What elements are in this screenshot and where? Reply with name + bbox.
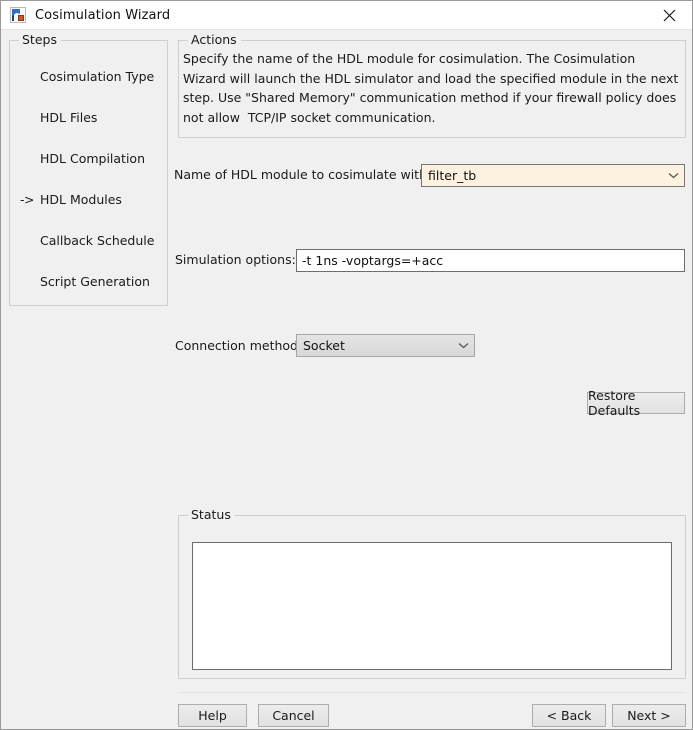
sidebar-item-hdl-modules[interactable]: -> HDL Modules: [11, 187, 168, 211]
steps-legend: Steps: [19, 33, 61, 47]
simulation-options-label: Simulation options:: [175, 252, 296, 267]
simulation-options-input[interactable]: -t 1ns -voptargs=+acc: [296, 249, 685, 272]
window-title: Cosimulation Wizard: [35, 8, 170, 23]
restore-defaults-button[interactable]: Restore Defaults: [587, 392, 685, 414]
sidebar-item-hdl-files[interactable]: HDL Files: [11, 105, 168, 129]
sidebar-item-label: Script Generation: [40, 274, 150, 289]
connection-method-value: Socket: [303, 338, 345, 353]
sidebar-item-label: Cosimulation Type: [40, 69, 154, 84]
connection-method-label: Connection method:: [175, 338, 302, 353]
wizard-icon: [10, 7, 26, 23]
sidebar-item-callback-schedule[interactable]: Callback Schedule: [11, 228, 168, 252]
simulation-options-value: -t 1ns -voptargs=+acc: [302, 253, 443, 268]
chevron-down-icon[interactable]: [662, 165, 684, 186]
current-step-arrow-icon: ->: [20, 192, 34, 207]
title-bar: Cosimulation Wizard: [1, 1, 692, 30]
hdl-module-label: Name of HDL module to cosimulate with:: [174, 167, 431, 182]
sidebar-item-script-generation[interactable]: Script Generation: [11, 269, 168, 293]
connection-method-combo[interactable]: Socket: [296, 334, 475, 357]
hdl-module-value: filter_tb: [428, 168, 476, 183]
cancel-button[interactable]: Cancel: [258, 704, 329, 727]
close-icon[interactable]: [647, 1, 692, 30]
sidebar-item-label: HDL Files: [40, 110, 97, 125]
help-button[interactable]: Help: [178, 704, 247, 727]
sidebar-item-label: Callback Schedule: [40, 233, 154, 248]
status-textarea[interactable]: [192, 542, 672, 670]
sidebar-item-cosimulation-type[interactable]: Cosimulation Type: [11, 64, 168, 88]
actions-legend: Actions: [188, 33, 241, 47]
sidebar-item-hdl-compilation[interactable]: HDL Compilation: [11, 146, 168, 170]
chevron-down-icon[interactable]: [452, 335, 474, 356]
sidebar-item-label: HDL Modules: [40, 192, 122, 207]
sidebar-item-label: HDL Compilation: [40, 151, 145, 166]
steps-panel: Steps Cosimulation Type HDL Files HDL Co…: [9, 40, 168, 306]
back-button[interactable]: < Back: [532, 704, 606, 727]
hdl-module-combo[interactable]: filter_tb: [421, 164, 685, 187]
cosimulation-wizard-window: Cosimulation Wizard Steps Cosimulation T…: [0, 0, 693, 730]
next-button[interactable]: Next >: [612, 704, 686, 727]
actions-description: Specify the name of the HDL module for c…: [183, 49, 681, 127]
status-legend: Status: [188, 508, 235, 522]
footer-separator: [179, 692, 685, 693]
